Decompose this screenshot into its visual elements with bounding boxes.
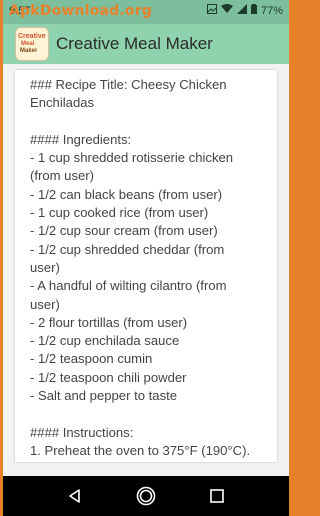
recipe-line: - A handful of wilting cilantro (from bbox=[30, 278, 227, 294]
wifi-icon bbox=[220, 4, 233, 17]
back-icon bbox=[69, 489, 80, 503]
battery-icon bbox=[250, 4, 257, 17]
recipe-line: - 1/2 cup sour cream (from user) bbox=[30, 223, 218, 239]
home-icon bbox=[136, 486, 156, 506]
recipe-line: user) bbox=[30, 259, 60, 275]
image-icon bbox=[206, 4, 217, 17]
recipe-line: - 1 cup shredded rotisserie chicken bbox=[30, 150, 234, 166]
recipe-line: #### Instructions: bbox=[30, 424, 134, 440]
recents-icon bbox=[210, 489, 224, 503]
recipe-text: ### Recipe Title: Cheesy Chicken Enchila… bbox=[15, 70, 277, 460]
watermark: ApkDownload.org bbox=[9, 3, 153, 19]
status-bar: 9:57 ApkDownload.org 77% bbox=[3, 0, 289, 24]
navigation-bar bbox=[3, 476, 289, 516]
recipe-line: - 1/2 teaspoon chili powder bbox=[30, 369, 187, 385]
signal-icon bbox=[236, 4, 247, 17]
recipe-line: - 1/2 teaspoon cumin bbox=[30, 351, 153, 367]
logo-line-3: Maker bbox=[20, 48, 38, 54]
recipe-line: - 1/2 cup shredded cheddar (from bbox=[30, 241, 225, 257]
battery-percent: 77% bbox=[260, 4, 283, 17]
app-logo: Creative Meal Maker bbox=[15, 27, 49, 61]
recipe-line: user) bbox=[30, 296, 60, 312]
logo-line-2: Meal bbox=[21, 41, 35, 47]
recipe-line: - 1/2 can black beans (from user) bbox=[30, 186, 223, 202]
logo-line-1: Creative bbox=[18, 33, 46, 40]
home-button[interactable] bbox=[134, 484, 158, 508]
back-button[interactable] bbox=[63, 484, 87, 508]
recipe-line: - Salt and pepper to taste bbox=[30, 388, 178, 404]
recents-button[interactable] bbox=[205, 484, 229, 508]
recipe-line: Enchiladas bbox=[30, 95, 95, 111]
recipe-line: #### Ingredients: bbox=[30, 131, 132, 147]
recipe-line: ### Recipe Title: Cheesy Chicken bbox=[30, 77, 227, 92]
recipe-line: - 2 flour tortillas (from user) bbox=[30, 314, 188, 330]
recipe-line: 1. Preheat the oven to 375°F (190°C). bbox=[30, 442, 251, 458]
app-frame: 9:57 ApkDownload.org 77% Creative Meal M… bbox=[3, 0, 289, 516]
recipe-card[interactable]: ### Recipe Title: Cheesy Chicken Enchila… bbox=[15, 70, 277, 462]
app-title: Creative Meal Maker bbox=[56, 34, 213, 53]
recipe-line: (from user) bbox=[30, 168, 95, 184]
recipe-line: - 1 cup cooked rice (from user) bbox=[30, 205, 209, 221]
status-icons: 77% bbox=[206, 4, 283, 17]
recipe-line: - 1/2 cup enchilada sauce bbox=[30, 333, 180, 349]
app-bar: Creative Meal Maker Creative Meal Maker bbox=[3, 24, 289, 64]
